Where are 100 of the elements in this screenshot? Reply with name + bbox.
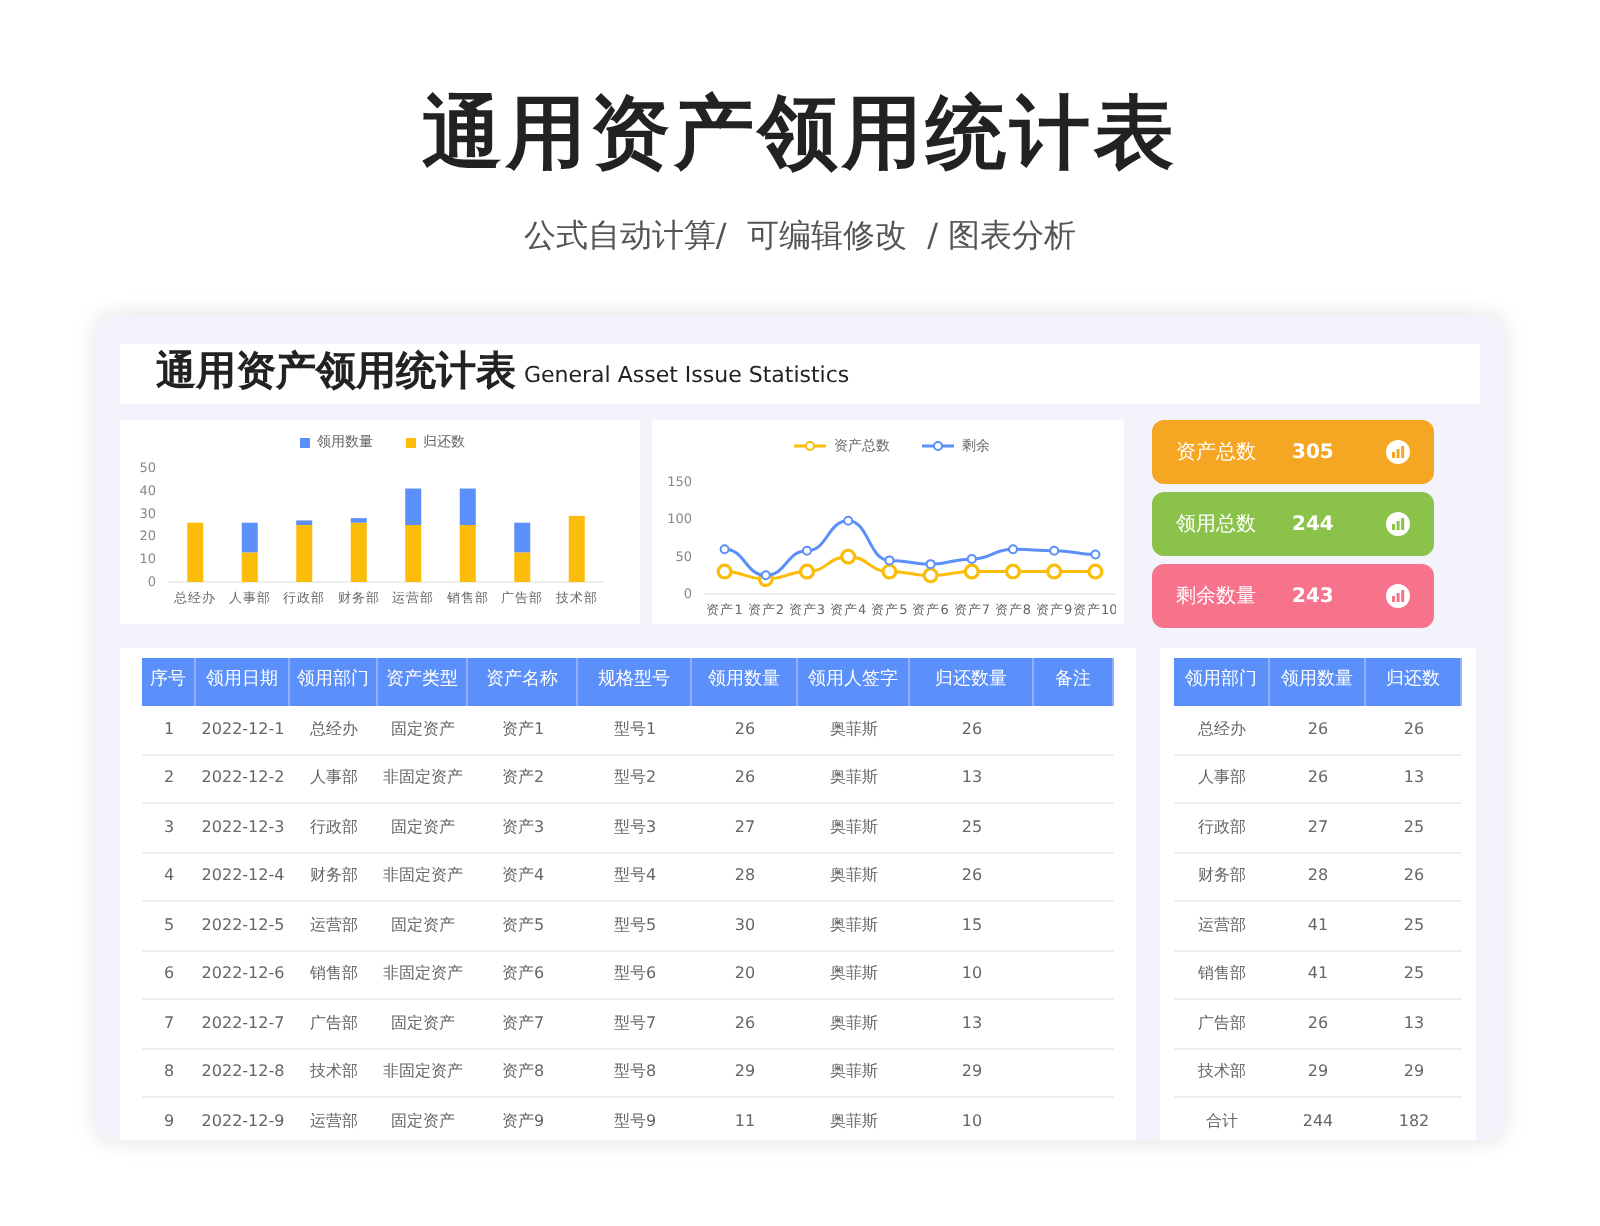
table-cell-text: 资产2	[499, 766, 547, 791]
table-cell-text: 奥菲斯	[828, 717, 880, 742]
table-cell-text: 奥菲斯	[828, 1060, 880, 1085]
table-cell-text: 25	[1401, 815, 1427, 840]
column-header: 领用数量	[692, 658, 798, 706]
table-cell-text: 2022-12-4	[199, 864, 287, 889]
table-cell-text: 技术部	[1196, 1060, 1248, 1085]
table-cell-text: 型号1	[611, 717, 659, 742]
table-cell-text: 26	[1401, 864, 1427, 889]
table-cell-text: 15	[959, 913, 985, 938]
table-cell-text: 2022-12-7	[199, 1011, 287, 1036]
table-cell-text: 销售部	[1196, 962, 1248, 987]
point	[716, 562, 733, 579]
table-cell-text: 244	[1300, 1109, 1336, 1134]
table-cell-text: 3	[161, 815, 177, 840]
table-cell-text: 28	[732, 864, 758, 889]
table-cell-text: 2022-12-3	[199, 815, 287, 840]
table-cell-text: 奥菲斯	[828, 815, 880, 840]
legend-line-icon	[922, 440, 954, 453]
table-cell-text: 型号8	[611, 1060, 659, 1085]
column-header: 领用部门	[1174, 658, 1270, 706]
table-cell-text: 26	[1401, 717, 1427, 742]
table-cell-text: 13	[1401, 766, 1427, 791]
table-cell-text: 26	[732, 766, 758, 791]
table-cell-text: 奥菲斯	[828, 766, 880, 791]
table-cell-text: 销售部	[308, 962, 360, 987]
table-cell-text: 2022-12-6	[199, 962, 287, 987]
table-cell-text: 27	[1305, 815, 1331, 840]
table-cell-text: 合计	[1204, 1109, 1240, 1134]
column-header: 资产类型	[378, 658, 468, 706]
table-cell-text: 奥菲斯	[828, 1109, 880, 1134]
page-title: 通用资产领用统计表	[422, 86, 1178, 184]
table-cell-text: 人事部	[1196, 766, 1248, 791]
table-cell-text: 财务部	[1196, 864, 1248, 889]
table-cell-text: 资产5	[499, 913, 547, 938]
table-cell-text: 26	[959, 717, 985, 742]
table-cell-text: 总经办	[1196, 717, 1248, 742]
table-cell-text: 财务部	[308, 864, 360, 889]
stat-value: 244	[1292, 511, 1336, 539]
table-cell-text: 26	[1305, 1011, 1331, 1036]
stat-label: 剩余数量	[1176, 583, 1258, 611]
table-cell-text: 2	[161, 766, 177, 791]
column-header: 归还数	[1366, 658, 1462, 706]
table-cell-text: 13	[959, 766, 985, 791]
table-cell-text: 11	[732, 1109, 758, 1134]
table-cell-text: 10	[959, 1109, 985, 1134]
column-header: 领用人签字	[798, 658, 910, 706]
table-cell-text: 25	[959, 815, 985, 840]
stat-label: 领用总数	[1176, 511, 1258, 539]
column-header: 序号	[142, 658, 196, 706]
table-cell-text: 26	[732, 717, 758, 742]
table-cell-text: 固定资产	[389, 717, 457, 742]
table-cell-text: 运营部	[308, 913, 360, 938]
table-cell-text: 27	[732, 815, 758, 840]
point	[719, 543, 730, 554]
table-cell-text: 资产8	[499, 1060, 547, 1085]
table-cell-text: 2022-12-2	[199, 766, 287, 791]
table-cell-text: 10	[959, 962, 985, 987]
stat-value: 243	[1292, 583, 1336, 611]
legend-line-icon	[794, 440, 826, 453]
column-header: 备注	[1034, 658, 1114, 706]
point	[760, 569, 771, 580]
table-cell-text: 人事部	[308, 766, 360, 791]
table-cell-text: 4	[161, 864, 177, 889]
table-cell-text: 9	[161, 1109, 177, 1134]
table-cell-text: 型号6	[611, 962, 659, 987]
table-cell-text: 26	[1305, 766, 1331, 791]
point	[963, 562, 980, 579]
table-cell-text: 25	[1401, 913, 1427, 938]
table-cell-text: 28	[1305, 864, 1331, 889]
table-cell-text: 25	[1401, 962, 1427, 987]
sheet-subtitle: General Asset Issue Statistics	[524, 360, 850, 392]
table-cell-text: 8	[161, 1060, 177, 1085]
table-cell-text: 非固定资产	[381, 962, 465, 987]
table-cell-text: 5	[161, 913, 177, 938]
table-cell-text: 非固定资产	[381, 1060, 465, 1085]
column-header: 资产名称	[468, 658, 578, 706]
table-cell-text: 2022-12-9	[199, 1109, 287, 1134]
table-cell-text: 行政部	[1196, 815, 1248, 840]
table-cell-text: 182	[1396, 1109, 1432, 1134]
table-cell-text: 1	[161, 717, 177, 742]
table-cell-text: 41	[1305, 962, 1331, 987]
chart-icon	[1386, 584, 1410, 608]
point	[1046, 562, 1063, 579]
table-cell-text: 非固定资产	[381, 766, 465, 791]
table-cell-text: 型号5	[611, 913, 659, 938]
point	[1008, 543, 1018, 554]
point	[881, 562, 898, 579]
table-cell-text: 7	[161, 1011, 177, 1036]
table-cell-text: 型号7	[611, 1011, 659, 1036]
table-cell-text: 2022-12-8	[199, 1060, 287, 1085]
point	[925, 558, 936, 569]
table-cell-text: 奥菲斯	[828, 913, 880, 938]
page-subtitle: 公式自动计算/ 可编辑修改 / 图表分析	[523, 214, 1077, 258]
table-cell-text: 29	[1305, 1060, 1331, 1085]
table-cell-text: 广告部	[1196, 1011, 1248, 1036]
table-cell-text: 29	[959, 1060, 985, 1085]
sheet-title: 通用资产领用统计表	[156, 344, 516, 396]
point	[799, 562, 815, 579]
table-cell-text: 固定资产	[389, 1011, 457, 1036]
